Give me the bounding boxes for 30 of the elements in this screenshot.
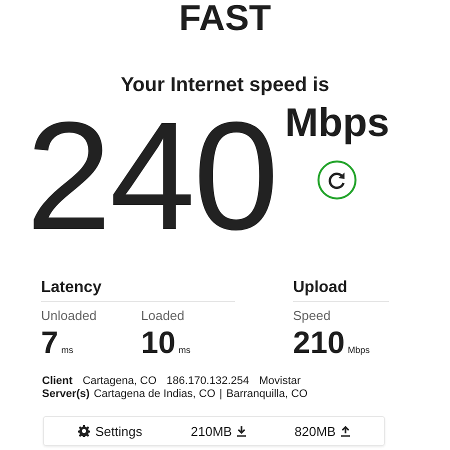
metric-value: 10 xyxy=(141,325,176,361)
section-title: Latency xyxy=(41,279,235,302)
metric-value: 7 xyxy=(41,325,58,361)
client-info: 186.170.132.254 xyxy=(166,375,250,388)
server-info: Barranquilla, CO xyxy=(226,388,308,401)
metric-label: Loaded xyxy=(141,308,186,323)
speed-unit: Mbps xyxy=(284,103,390,143)
metric-label: Unloaded xyxy=(41,308,98,323)
logo: FAST xyxy=(178,0,272,36)
client-label: Client xyxy=(42,375,73,388)
server-info: | xyxy=(219,388,222,401)
upload-icon xyxy=(340,426,350,436)
settings-icon[interactable] xyxy=(78,425,90,437)
settings-link[interactable]: Settings xyxy=(95,424,142,438)
metric-value: 210 xyxy=(293,325,345,361)
client-info: Movistar xyxy=(259,375,301,388)
heading: Your Internet speed is xyxy=(120,74,330,97)
metric-unit: Mbps xyxy=(348,345,370,355)
data-amount: 820MB xyxy=(294,424,336,438)
metric-unit: ms xyxy=(61,345,74,355)
speed-value: 240 xyxy=(26,99,277,253)
servers-label: Server(s) xyxy=(42,388,90,401)
download-icon xyxy=(236,426,246,436)
section-title: Upload xyxy=(293,279,389,302)
client-info: Cartagena, CO xyxy=(82,375,157,388)
server-info: Cartagena de Indias, CO xyxy=(94,388,216,401)
refresh-icon[interactable] xyxy=(317,160,358,200)
metric-label: Speed xyxy=(293,308,332,323)
data-amount: 210MB xyxy=(190,424,232,438)
metric-unit: ms xyxy=(178,345,190,355)
